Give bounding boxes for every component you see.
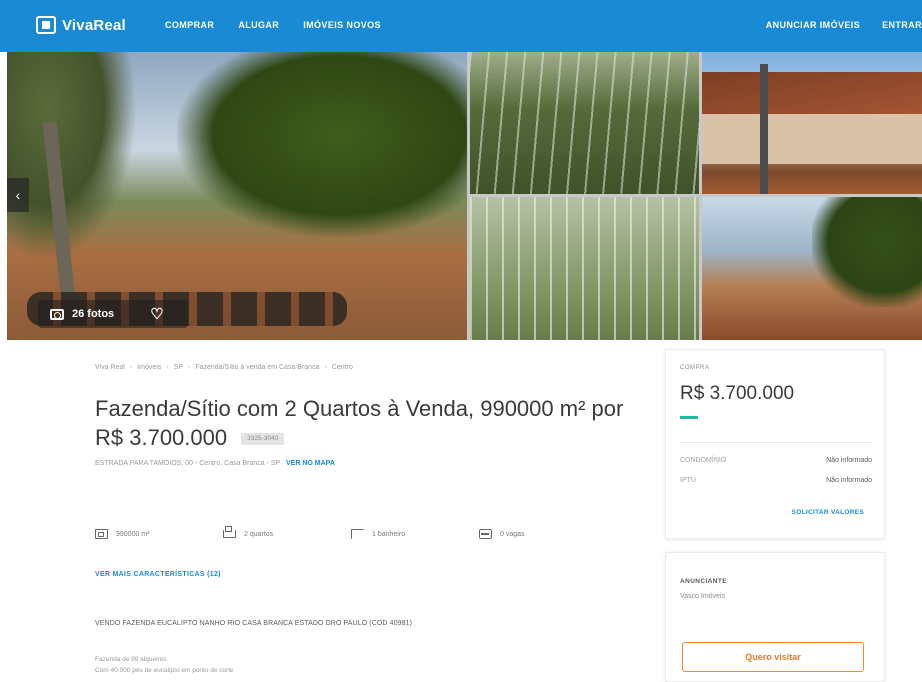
breadcrumb-item[interactable]: Centro [332, 364, 353, 371]
amenity-label: 990000 m² [116, 530, 150, 538]
amenity-area: 990000 m² [95, 529, 223, 539]
breadcrumb-item[interactable]: SP [174, 364, 183, 371]
listing-address: ESTRADA PARA TAMOIOS, 00 - Centro, Casa … [95, 460, 335, 467]
iptu-row: IPTU Não informado [680, 477, 872, 484]
fee-value: Não informado [826, 477, 872, 484]
gallery-photo-3[interactable] [702, 52, 922, 194]
heart-icon[interactable]: ♡ [150, 307, 163, 322]
fee-key: CONDOMÍNIO [680, 457, 727, 464]
see-more-features-link[interactable]: VER MAIS CARACTERÍSTICAS (12) [95, 571, 221, 578]
area-icon [95, 529, 108, 539]
description-line: Com 40.000 pés de eucalipto em ponto de … [95, 667, 234, 674]
amenity-bathrooms: 1 banheiro [351, 529, 479, 539]
divider [680, 442, 872, 443]
request-values-link[interactable]: SOLICITAR VALORES [792, 509, 864, 516]
nav-entrar[interactable]: ENTRAR [882, 20, 922, 30]
gallery-photo-4[interactable] [470, 197, 699, 340]
vivareal-logo[interactable]: VivaReal [36, 16, 126, 34]
advertiser-name[interactable]: Vasco Imóveis [680, 593, 725, 600]
amenity-label: 0 vagas [500, 530, 525, 538]
gallery-photo-2[interactable] [470, 52, 699, 194]
price-accent-bar [680, 416, 698, 419]
top-navigation-bar: VivaReal COMPRAR ALUGAR IMÓVEIS NOVOS AN… [0, 0, 922, 52]
breadcrumb-item[interactable]: Imóveis [137, 364, 161, 371]
condo-fee-row: CONDOMÍNIO Não informado [680, 457, 872, 464]
fee-value: Não informado [826, 457, 872, 464]
fee-key: IPTU [680, 477, 696, 484]
nav-imoveis-novos[interactable]: IMÓVEIS NOVOS [303, 20, 381, 30]
breadcrumb: Viva Real › Imóveis › SP › Fazenda/Sítio à … [95, 364, 353, 371]
description-heading: VENDO FAZENDA EUCALIPTO NANHO RIO CASA B… [95, 620, 413, 627]
photo-gallery: ‹ [7, 52, 922, 340]
amenity-label: 1 banheiro [372, 530, 406, 538]
description-line: Fazenda de 99 alqueires [95, 656, 167, 663]
main-nav: COMPRAR ALUGAR IMÓVEIS NOVOS [165, 20, 381, 30]
chevron-left-icon[interactable]: ‹ [7, 178, 29, 212]
gallery-photo-main[interactable] [7, 52, 467, 340]
logo-icon [36, 16, 56, 34]
breadcrumb-item[interactable]: Viva Real [95, 364, 125, 371]
photo-count-label: 26 fotos [72, 308, 115, 320]
bed-icon [223, 526, 236, 538]
amenity-parking: 0 vagas [479, 529, 607, 539]
amenity-label: 2 quartos [244, 530, 274, 538]
photo-count-button[interactable]: 26 fotos ♡ [38, 300, 188, 328]
car-icon [479, 529, 492, 539]
schedule-visit-button[interactable]: Quero visitar [682, 642, 864, 672]
amenities-row: 990000 m² 2 quartos 1 banheiro 0 vagas [95, 526, 607, 539]
camera-icon [50, 308, 64, 320]
sale-price: R$ 3.700.000 [680, 383, 795, 404]
price-label: COMPRA [680, 365, 710, 371]
amenity-bedrooms: 2 quartos [223, 526, 351, 539]
nav-alugar[interactable]: ALUGAR [238, 20, 279, 30]
advertiser-card: ANUNCIANTE Vasco Imóveis Quero visitar [665, 552, 885, 682]
nav-anunciar-imoveis[interactable]: ANUNCIAR IMÓVEIS [766, 20, 860, 30]
listing-code-badge: 3325-3040 [241, 433, 285, 446]
logo-text: VivaReal [62, 16, 126, 34]
price-card: COMPRA R$ 3.700.000 CONDOMÍNIO Não infor… [665, 349, 885, 539]
breadcrumb-item[interactable]: Fazenda/Sítio à venda em Casa Branca [195, 364, 319, 371]
view-on-map-link[interactable]: VER NO MAPA [286, 460, 335, 467]
listing-title: Fazenda/Sítio com 2 Quartos à Venda, 990… [95, 396, 624, 450]
advertiser-label: ANUNCIANTE [680, 578, 727, 585]
nav-comprar[interactable]: COMPRAR [165, 20, 214, 30]
address-text: ESTRADA PARA TAMOIOS, 00 - Centro, Casa … [95, 460, 281, 467]
listing-title-block: Fazenda/Sítio com 2 Quartos à Venda, 990… [95, 394, 645, 452]
bath-icon [351, 529, 364, 539]
gallery-photo-5[interactable] [702, 197, 922, 340]
account-nav: ANUNCIAR IMÓVEIS ENTRAR [766, 20, 922, 30]
